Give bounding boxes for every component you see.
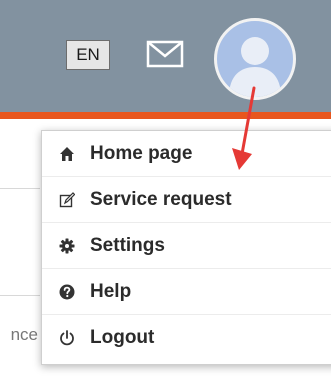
page-text-fragment: nce bbox=[10, 325, 38, 344]
envelope-icon[interactable] bbox=[146, 40, 184, 68]
help-icon bbox=[58, 283, 76, 301]
menu-item-label: Logout bbox=[90, 327, 155, 348]
page-divider bbox=[0, 295, 40, 296]
user-avatar-icon[interactable] bbox=[214, 18, 296, 100]
menu-item-home-page[interactable]: Home page bbox=[42, 131, 331, 177]
menu-item-settings[interactable]: Settings bbox=[42, 223, 331, 269]
menu-item-help[interactable]: Help bbox=[42, 269, 331, 315]
user-dropdown-menu: Home page Service request Settings Help … bbox=[41, 130, 331, 365]
gear-icon bbox=[58, 237, 76, 255]
menu-item-label: Settings bbox=[90, 234, 165, 256]
menu-item-label: Service request bbox=[90, 188, 232, 210]
menu-item-logout[interactable]: Logout bbox=[42, 315, 331, 361]
edit-icon bbox=[58, 191, 76, 209]
menu-item-label: Help bbox=[90, 280, 132, 302]
menu-item-label: Home page bbox=[90, 142, 193, 164]
language-switcher[interactable]: EN bbox=[66, 40, 110, 70]
accent-stripe bbox=[0, 112, 331, 119]
menu-item-service-request[interactable]: Service request bbox=[42, 177, 331, 223]
power-icon bbox=[58, 329, 76, 347]
home-icon bbox=[58, 145, 76, 163]
page-divider bbox=[0, 188, 40, 189]
